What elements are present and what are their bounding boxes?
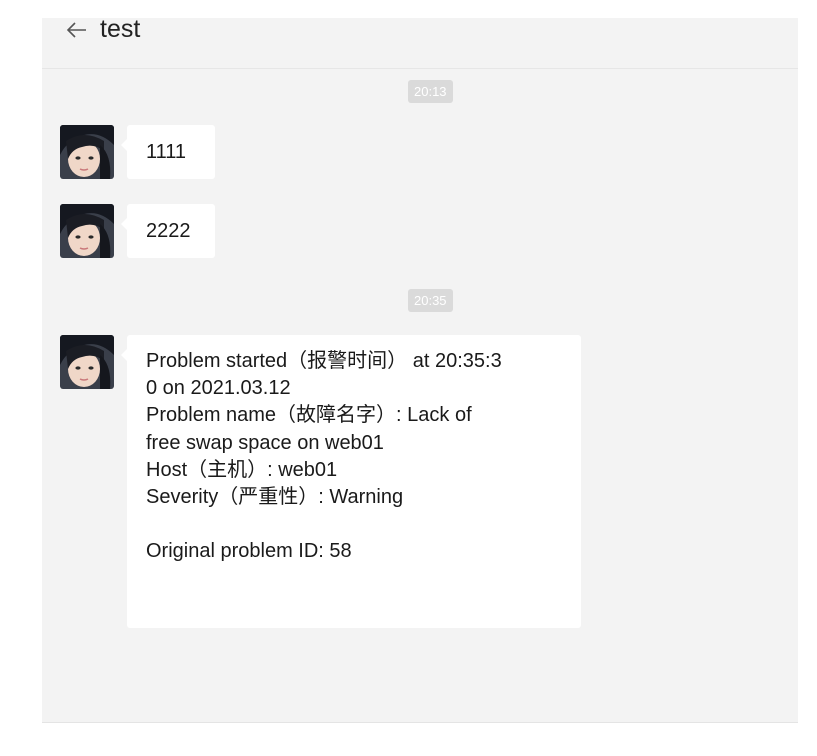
avatar[interactable] bbox=[60, 335, 114, 389]
alert-message-bubble[interactable]: Problem started（报警时间） at 20:35:3 0 on 20… bbox=[121, 335, 581, 628]
chat-header: test bbox=[42, 15, 798, 69]
alert-line-problem-name-cont: free swap space on web01 bbox=[146, 431, 384, 454]
chat-window: test 20:13 1111 2222 20:35 Problem start… bbox=[42, 15, 798, 723]
avatar[interactable] bbox=[60, 204, 114, 258]
message-text: 2222 bbox=[146, 220, 191, 242]
timestamp-badge: 20:35 bbox=[408, 289, 453, 312]
timestamp-badge: 20:13 bbox=[408, 80, 453, 103]
alert-line-severity: Severity（严重性）: Warning bbox=[146, 486, 404, 509]
alert-line-problem-id: Original problem ID: 58 bbox=[146, 540, 352, 563]
avatar-image bbox=[60, 125, 114, 179]
alert-line-problem-name: Problem name（故障名字）: Lack of bbox=[146, 404, 472, 427]
chat-title: test bbox=[100, 15, 141, 43]
avatar[interactable] bbox=[60, 125, 114, 179]
message-text: 1111 bbox=[146, 141, 187, 163]
alert-line-problem-started: Problem started（报警时间） at 20:35:3 bbox=[146, 350, 502, 372]
avatar-image bbox=[60, 204, 114, 258]
message-bubble[interactable]: 2222 bbox=[121, 204, 215, 258]
alert-line-problem-date: 0 on 2021.03.12 bbox=[146, 377, 291, 400]
arrow-left-icon[interactable] bbox=[66, 19, 88, 41]
message-bubble[interactable]: 1111 bbox=[121, 125, 215, 179]
avatar-image bbox=[60, 335, 114, 389]
alert-blank-line bbox=[146, 511, 562, 538]
alert-line-host: Host（主机）: web01 bbox=[146, 458, 338, 481]
